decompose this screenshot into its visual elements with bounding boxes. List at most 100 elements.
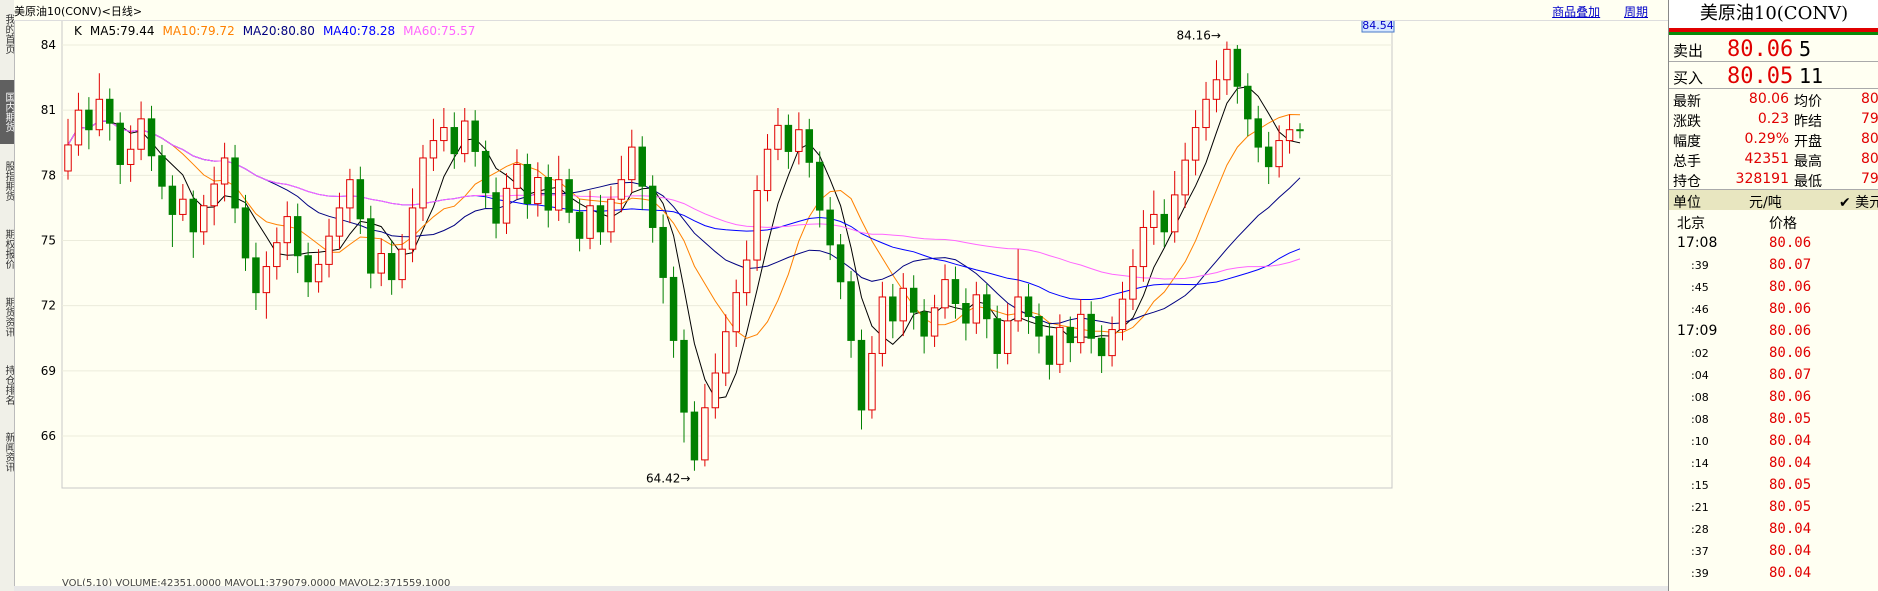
tick-list[interactable]: 17:08 80.06:39 80.07:45 80.06:46 80.06 17:09 8… <box>1669 232 1878 584</box>
candle-body <box>993 318 1001 354</box>
candle-body <box>847 281 855 341</box>
candle-body <box>74 109 83 146</box>
candle <box>983 283 991 339</box>
period-link[interactable]: 周期 <box>1624 5 1648 19</box>
candle <box>168 175 177 248</box>
candle <box>909 275 918 330</box>
candle <box>314 249 323 293</box>
tick-row: :39 80.07 <box>1669 254 1878 276</box>
tick-time: 17:09 <box>1677 323 1718 339</box>
candle <box>774 107 782 161</box>
candle <box>325 218 333 278</box>
chart-title-bar: 美原油10(CONV)<日线> 商品叠加 周期 <box>14 0 1668 21</box>
left-tab-3[interactable]: 股指期货 <box>0 150 14 212</box>
tick-time: :08 <box>1691 413 1709 426</box>
candle <box>377 238 385 287</box>
candle <box>262 251 271 319</box>
buy-row: 买入 80.05 11 <box>1669 62 1878 89</box>
left-tab-6[interactable]: 持仓排名 <box>0 354 14 416</box>
candle <box>1035 303 1043 354</box>
candle <box>889 283 897 339</box>
candle <box>1108 316 1116 367</box>
tick-time: :21 <box>1691 501 1709 514</box>
candle-body <box>1244 85 1252 120</box>
candle <box>492 177 500 239</box>
quote-symbol: 美原油10(CONV) <box>1669 0 1878 28</box>
candle <box>64 118 72 180</box>
candle-body <box>1233 48 1242 87</box>
candle <box>815 151 824 228</box>
candle-body <box>283 216 291 244</box>
candle <box>1285 114 1294 154</box>
left-tab-4[interactable]: 期权报价 <box>0 218 14 280</box>
candle <box>419 144 427 221</box>
candle-body <box>356 179 365 220</box>
candle-body <box>210 183 218 207</box>
candle <box>1202 81 1210 141</box>
tick-price: 80.06 <box>1769 301 1812 317</box>
stat-label: 开盘 <box>1794 134 1822 150</box>
kline-chart-area[interactable]: 84 81 78 75 72 69 66 84.54 84.16→ 64.42→ VOL(5,10)… <box>14 0 1668 591</box>
candle <box>367 205 375 289</box>
candle <box>179 184 187 221</box>
candle-body <box>628 146 636 181</box>
tick-row: :04 80.07 <box>1669 364 1878 386</box>
candle <box>189 190 198 258</box>
candle-body <box>481 150 490 194</box>
candle-body <box>1056 326 1064 365</box>
candle <box>346 168 354 224</box>
candle <box>805 118 814 178</box>
tick-price: 80.04 <box>1769 455 1812 471</box>
left-tab-5[interactable]: 期货资讯 <box>0 286 14 348</box>
candle <box>1233 45 1242 104</box>
candle-body <box>732 292 740 333</box>
candle-body <box>1118 298 1127 331</box>
candle-body <box>429 140 438 159</box>
stat-row: 涨跌 0.23 昨结 79 <box>1669 109 1878 130</box>
tick-time: :10 <box>1691 435 1709 448</box>
candle <box>930 294 939 347</box>
tick-time: :39 <box>1691 259 1709 272</box>
left-tab-1[interactable]: 我的首页 <box>0 4 14 64</box>
ma-legend: K MA5:79.44 MA10:79.72 MA20:80.80 MA40:78.28… <box>74 24 483 38</box>
currency-toggle[interactable]: ✔ 美元 <box>1839 192 1878 212</box>
overlay-link[interactable]: 商品叠加 <box>1552 5 1600 19</box>
y-tick-label: 72 <box>41 299 56 313</box>
candle <box>293 203 302 274</box>
candle <box>513 149 521 200</box>
candle-body <box>1202 98 1210 129</box>
candle <box>554 155 563 221</box>
candle-body <box>1014 296 1022 322</box>
candle-body <box>523 163 532 205</box>
candle <box>763 134 772 202</box>
left-tab-2[interactable]: 国内期货 <box>0 80 14 144</box>
candle <box>732 279 740 347</box>
candle-body <box>586 205 594 239</box>
candle-body <box>951 279 960 304</box>
y-tick-label: 84 <box>41 38 56 52</box>
candle-body <box>690 411 699 461</box>
candle <box>387 240 396 295</box>
tick-row: :15 80.05 <box>1669 474 1878 496</box>
tick-row: 17:09 80.06 <box>1669 320 1878 342</box>
price-header: 价格 <box>1769 216 1797 232</box>
candle <box>596 194 605 245</box>
candle-body <box>889 296 897 322</box>
tick-row: 17:08 80.06 <box>1669 232 1878 254</box>
tick-price: 80.05 <box>1769 499 1812 515</box>
candle-body <box>252 257 260 294</box>
candle-body <box>1223 48 1231 81</box>
candle-body <box>304 255 312 283</box>
tick-price: 80.04 <box>1769 565 1812 581</box>
buy-volume: 11 <box>1799 64 1824 88</box>
candle <box>304 242 312 297</box>
stat-value: 80 <box>1861 151 1878 167</box>
candle-body <box>398 248 406 281</box>
candle <box>1296 123 1304 139</box>
kline-chart-svg[interactable]: 8481787572696684.5484.16→64.42→VOL(5,10)… <box>14 0 1668 591</box>
candle-body <box>325 235 333 265</box>
candle-body <box>565 179 573 213</box>
candle-body <box>220 157 229 185</box>
tick-row: :21 80.05 <box>1669 496 1878 518</box>
left-tab-7[interactable]: 新闻资讯 <box>0 422 14 482</box>
